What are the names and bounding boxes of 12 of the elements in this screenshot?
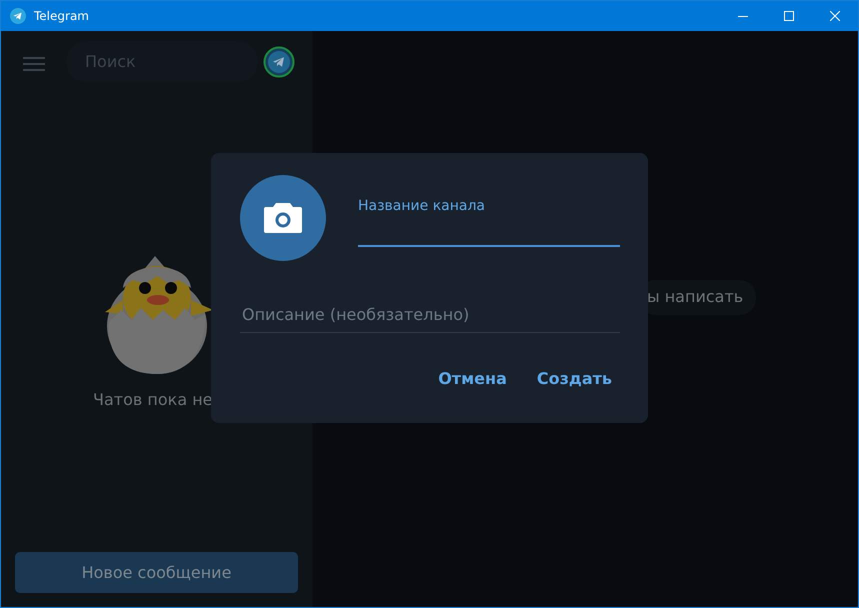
telegram-logo-icon (10, 8, 26, 24)
camera-icon (264, 203, 302, 233)
paper-plane-icon[interactable] (263, 46, 295, 78)
new-message-button[interactable]: Новое сообщение (15, 552, 298, 593)
create-button[interactable]: Создать (528, 363, 620, 395)
window-title: Telegram (34, 8, 89, 25)
maximize-icon (784, 11, 794, 21)
channel-name-field[interactable]: Название канала (358, 175, 620, 247)
close-icon (830, 11, 840, 21)
description-field[interactable]: Описание (необязательно) (240, 297, 620, 333)
empty-chats-text: Чатов пока не (93, 389, 213, 411)
cancel-button[interactable]: Отмена (430, 363, 515, 395)
